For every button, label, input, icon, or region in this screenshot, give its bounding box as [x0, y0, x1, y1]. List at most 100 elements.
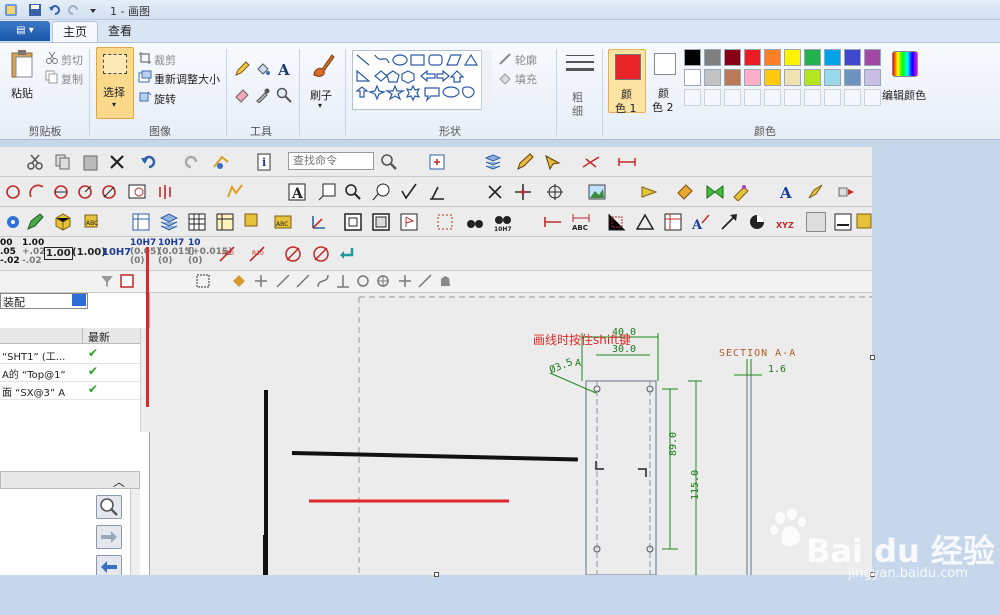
rotate-button[interactable]: 旋转	[154, 91, 176, 107]
xyz-icon[interactable]: XYZ	[776, 213, 794, 231]
spectacles-icon[interactable]	[466, 213, 484, 231]
pencil-tool-icon[interactable]	[516, 153, 534, 171]
pasted-screenshot[interactable]: i A	[0, 147, 872, 575]
palette-swatch[interactable]	[804, 49, 821, 66]
list-icon[interactable]	[834, 213, 852, 231]
frame-icon[interactable]	[344, 213, 362, 231]
palette-swatch[interactable]	[764, 89, 781, 106]
tangent-circle-icon[interactable]	[76, 183, 94, 201]
outline-dropdown[interactable]: 轮廓	[515, 52, 537, 68]
tol-label-2[interactable]: 1.00	[44, 247, 73, 260]
palette-swatch[interactable]	[764, 49, 781, 66]
palette-swatch[interactable]	[684, 49, 701, 66]
cut-icon[interactable]	[26, 153, 44, 171]
copy-icon[interactable]	[54, 153, 72, 171]
arrow-tool-icon[interactable]	[640, 183, 658, 201]
box-select-icon[interactable]	[196, 274, 210, 288]
image-insert-icon[interactable]	[588, 183, 606, 201]
center-mark-icon[interactable]	[546, 183, 564, 201]
tol-label-4[interactable]: 10H7	[102, 247, 131, 258]
radius-dim-icon[interactable]: R10	[218, 245, 236, 263]
palette-swatch[interactable]	[724, 89, 741, 106]
note-leader-icon[interactable]	[318, 183, 336, 201]
dimension-icon[interactable]	[618, 153, 636, 171]
curve-snap-icon[interactable]	[316, 274, 330, 288]
stack-icon[interactable]	[160, 213, 178, 231]
pan-icon[interactable]	[438, 274, 452, 288]
arrow-right-icon[interactable]	[838, 183, 856, 201]
command-search-input[interactable]	[288, 152, 374, 170]
palette-swatch[interactable]	[804, 89, 821, 106]
paste-icon[interactable]	[82, 153, 100, 171]
tolerance-icon[interactable]: 10H7	[494, 213, 512, 231]
table-icon[interactable]: ABC	[84, 213, 102, 231]
save-icon[interactable]	[28, 3, 42, 17]
export-icon[interactable]	[244, 213, 262, 231]
balloon-icon[interactable]	[372, 183, 390, 201]
chevron-up-icon[interactable]: ︿	[113, 473, 125, 490]
abc-dim-icon[interactable]: ABC	[572, 213, 590, 231]
palette-swatch[interactable]	[784, 49, 801, 66]
three-point-circle-icon[interactable]	[100, 183, 118, 201]
cube-icon[interactable]	[54, 213, 72, 231]
close-icon[interactable]	[486, 183, 504, 201]
shapes-gallery[interactable]	[352, 50, 492, 110]
triangle-icon[interactable]	[636, 213, 654, 231]
redo-icon[interactable]	[182, 153, 200, 171]
diameter-icon[interactable]	[284, 245, 302, 263]
text-style-icon[interactable]: A	[778, 183, 796, 201]
palette-swatch[interactable]	[724, 69, 741, 86]
radius-dim-2-icon[interactable]: R10	[248, 245, 266, 263]
flag-icon[interactable]	[400, 213, 418, 231]
fill-dropdown[interactable]: 填充	[515, 71, 537, 87]
back-button[interactable]	[96, 555, 122, 575]
pencil-icon[interactable]	[234, 61, 250, 77]
lower-scrollbar[interactable]	[130, 489, 140, 575]
surface-finish-icon[interactable]	[400, 183, 418, 201]
diameter-2-icon[interactable]	[312, 245, 330, 263]
axis-system-icon[interactable]	[310, 213, 328, 231]
chart-icon[interactable]	[664, 213, 682, 231]
magic-tool-icon[interactable]	[732, 183, 750, 201]
edit-tool-icon[interactable]	[226, 183, 244, 201]
palette-swatch[interactable]	[744, 89, 761, 106]
text-note-icon[interactable]: A	[288, 183, 306, 201]
palette-swatch[interactable]	[704, 49, 721, 66]
edit-colors-button[interactable]: 编辑颜色	[880, 47, 932, 113]
table-row[interactable]: 面 “SX@3” A ✔	[0, 382, 140, 400]
line-snap-icon[interactable]	[276, 274, 290, 288]
pointer-tool-icon[interactable]	[544, 153, 562, 171]
customize-quick-access-icon[interactable]	[86, 3, 100, 17]
weld-icon[interactable]	[428, 183, 446, 201]
palette-swatch[interactable]	[684, 89, 701, 106]
resize-button[interactable]: 重新调整大小	[154, 71, 220, 87]
color1-button[interactable]: 颜 色 1	[608, 49, 646, 115]
bom-icon[interactable]	[216, 213, 234, 231]
pie-icon[interactable]	[748, 213, 766, 231]
redo-icon[interactable]	[66, 3, 80, 17]
palette-swatch[interactable]	[824, 49, 841, 66]
resize-handle[interactable]	[434, 572, 439, 577]
center-circle-icon[interactable]	[52, 183, 70, 201]
copy-button[interactable]: 复制	[61, 71, 83, 87]
fill-bucket-icon[interactable]	[255, 61, 271, 77]
zoom-fit-icon[interactable]	[428, 153, 446, 171]
zoom-button[interactable]	[96, 495, 122, 519]
palette-swatch[interactable]	[784, 89, 801, 106]
circle-snap-icon[interactable]	[356, 274, 370, 288]
palette-swatch[interactable]	[784, 69, 801, 86]
palette-swatch[interactable]	[704, 89, 721, 106]
regenerate-icon[interactable]	[212, 153, 230, 171]
filter-icon[interactable]	[100, 274, 114, 288]
shapes-scrollbar[interactable]	[481, 50, 492, 110]
file-menu-button[interactable]: ▤ ▾	[0, 21, 50, 41]
axis-icon[interactable]	[582, 153, 600, 171]
palette-swatch[interactable]	[744, 69, 761, 86]
magnifier-icon[interactable]	[276, 87, 292, 103]
select-filter-icon[interactable]	[120, 274, 134, 288]
snap-icon[interactable]	[232, 274, 246, 288]
palette-swatch[interactable]	[804, 69, 821, 86]
color-picker-icon[interactable]	[255, 87, 271, 103]
format-painter-icon[interactable]	[806, 183, 824, 201]
dim-x-icon[interactable]	[544, 213, 562, 231]
